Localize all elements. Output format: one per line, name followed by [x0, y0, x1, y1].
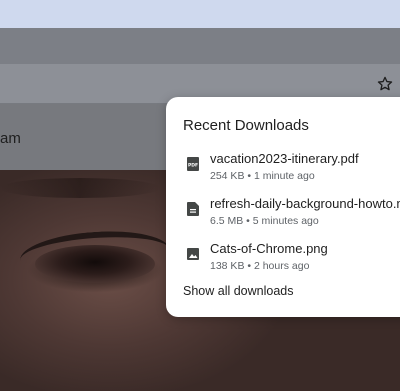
bookmark-star-icon[interactable] — [376, 75, 394, 93]
download-item-meta: 138 KB • 2 hours ago — [210, 260, 310, 272]
show-all-downloads-link[interactable]: Show all downloads — [183, 284, 294, 298]
download-item-name: Cats-of-Chrome.png — [210, 241, 328, 256]
photo-eyebrow — [0, 178, 160, 198]
download-item[interactable]: PDF vacation2023-itinerary.pdf 254 KB • … — [166, 149, 400, 189]
document-file-icon — [187, 202, 199, 216]
tab-strip — [0, 0, 400, 28]
download-item[interactable]: refresh-daily-background-howto.mp 6.5 MB… — [166, 194, 400, 234]
download-item-meta: 254 KB • 1 minute ago — [210, 170, 315, 182]
download-item-name: vacation2023-itinerary.pdf — [210, 151, 359, 166]
download-item[interactable]: Cats-of-Chrome.png 138 KB • 2 hours ago — [166, 239, 400, 279]
toolbar — [0, 28, 400, 64]
page-header-label: am — [0, 130, 21, 147]
download-item-name: refresh-daily-background-howto.mp — [210, 196, 400, 211]
downloads-bubble: Recent Downloads PDF vacation2023-itiner… — [166, 97, 400, 317]
photo-eyelash — [18, 226, 172, 284]
downloads-bubble-title: Recent Downloads — [183, 117, 309, 134]
image-file-icon — [187, 248, 199, 260]
svg-text:PDF: PDF — [188, 163, 198, 169]
download-item-meta: 6.5 MB • 5 minutes ago — [210, 215, 319, 227]
browser-window: am Recent Downloads PDF vacation2023-iti… — [0, 0, 400, 391]
pdf-file-icon: PDF — [187, 157, 199, 171]
